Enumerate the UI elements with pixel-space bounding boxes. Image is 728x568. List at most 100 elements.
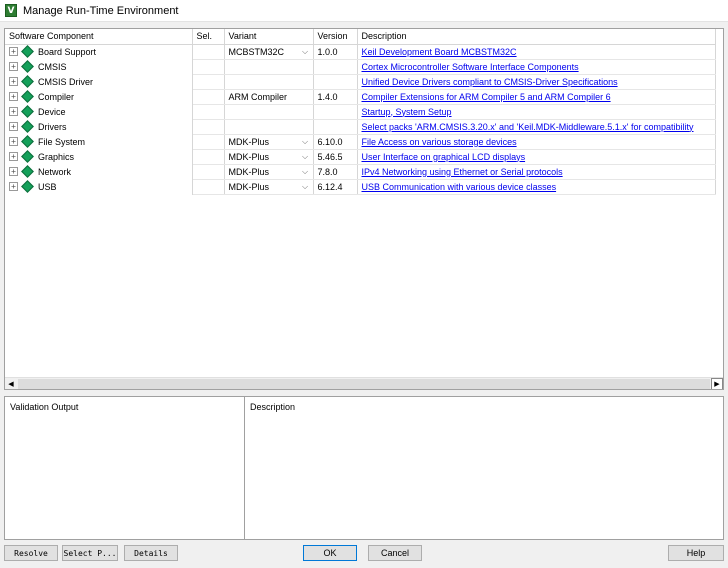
expand-plus-icon[interactable]: + [9,47,18,57]
green-diamond-icon [21,180,34,193]
table-row[interactable]: + Graphics MDK-Plus ⌵ 5.46.5 User Interface o… [5,149,716,165]
table-row[interactable]: + Drivers Select packs 'ARM.CMSIS.3.20.x' … [5,119,716,135]
expand-plus-icon[interactable]: + [9,122,18,131]
expand-plus-icon[interactable]: + [9,167,18,176]
component-cell[interactable]: + CMSIS Driver [5,74,193,89]
expand-plus-icon[interactable]: + [9,77,18,86]
variant-cell[interactable]: MDK-Plus ⌵ [224,164,314,180]
component-cell[interactable]: + Network [5,164,193,179]
description-link[interactable]: IPv4 Networking using Ethernet or Serial… [362,167,563,177]
expand-plus-icon[interactable]: + [9,152,18,161]
expand-plus-icon[interactable]: + [9,182,18,191]
description-link[interactable]: Cortex Microcontroller Software Interfac… [362,62,579,72]
column-header-sel[interactable]: Sel. [192,29,225,45]
chevron-down-icon[interactable]: ⌵ [301,152,310,161]
component-cell[interactable]: + USB [5,179,193,194]
table-row[interactable]: + Compiler ARM Compiler 1.4.0 Compiler Exten… [5,89,716,105]
sel-cell[interactable] [192,119,225,135]
variant-cell[interactable]: MDK-Plus ⌵ [224,134,314,150]
column-header-variant[interactable]: Variant [224,29,314,45]
chevron-down-icon[interactable]: ⌵ [301,167,310,176]
sel-cell[interactable] [192,149,225,165]
sel-cell[interactable] [192,44,225,60]
sel-cell[interactable] [192,134,225,150]
table-row[interactable]: + CMSIS Cortex Microcontroller Software In… [5,59,716,75]
green-diamond-icon [21,120,34,133]
description-link[interactable]: Startup, System Setup [362,107,452,117]
table-row[interactable]: + File System MDK-Plus ⌵ 6.10.0 File Access o… [5,134,716,150]
scroll-right-arrow-icon[interactable]: ▶ [711,377,723,389]
details-button[interactable]: Details [124,545,178,561]
sel-cell[interactable] [192,89,225,105]
cancel-button[interactable]: Cancel [368,545,422,561]
variant-select[interactable]: MDK-Plus ⌵ [229,137,313,147]
expand-plus-icon[interactable]: + [9,62,18,71]
component-cell[interactable]: + CMSIS [5,59,193,74]
component-cell[interactable]: + Device [5,104,193,119]
sel-cell[interactable] [192,59,225,75]
variant-cell[interactable]: MDK-Plus ⌵ [224,149,314,165]
component-cell[interactable]: + Compiler [5,89,193,104]
expand-plus-icon[interactable]: + [9,107,18,116]
sel-cell[interactable] [192,74,225,90]
component-grid-pane: Software Component Sel. Variant Version … [4,28,724,390]
column-header-version[interactable]: Version [313,29,358,45]
chevron-down-icon[interactable]: ⌵ [301,182,310,191]
validation-output-panel[interactable]: Validation Output [5,397,245,539]
column-header-description[interactable]: Description [357,29,716,45]
component-cell-content: + Device [9,105,191,118]
description-link[interactable]: Unified Device Drivers compliant to CMSI… [362,77,618,87]
table-row[interactable]: + Device Startup, System Setup [5,104,716,120]
version-cell: 5.46.5 [313,149,358,165]
description-link[interactable]: USB Communication with various device cl… [362,182,557,192]
column-header-component[interactable]: Software Component [5,29,193,45]
sel-cell[interactable] [192,164,225,180]
expand-plus-icon[interactable]: + [9,137,18,146]
expand-plus-icon[interactable]: + [9,92,18,101]
variant-select[interactable]: MDK-Plus ⌵ [229,152,313,162]
table-row[interactable]: + Board Support MCBSTM32C ⌵ 1.0.0 Keil Develo… [5,44,716,60]
component-cell[interactable]: + Board Support [5,44,193,59]
component-cell[interactable]: + Graphics [5,149,193,164]
ok-button[interactable]: OK [303,545,357,561]
description-link[interactable]: File Access on various storage devices [362,137,517,147]
variant-cell [224,59,314,75]
component-name: File System [38,136,86,147]
description-cell: Unified Device Drivers compliant to CMSI… [357,74,716,90]
component-name: CMSIS Driver [38,76,94,87]
description-link[interactable]: Select packs 'ARM.CMSIS.3.20.x' and 'Kei… [362,122,694,132]
select-packs-button[interactable]: Select P... [62,545,118,561]
scroll-left-arrow-icon[interactable]: ◀ [5,378,17,390]
version-cell: 6.12.4 [313,179,358,195]
variant-select[interactable]: MCBSTM32C ⌵ [229,47,313,57]
variant-value: MDK-Plus [228,136,270,147]
component-cell[interactable]: + File System [5,134,193,149]
chevron-down-icon[interactable]: ⌵ [301,137,310,146]
description-link[interactable]: User Interface on graphical LCD displays [362,152,526,162]
variant-value: ARM Compiler [228,91,288,102]
table-row[interactable]: + USB MDK-Plus ⌵ 6.12.4 USB Communication wit… [5,179,716,195]
variant-cell[interactable]: MCBSTM32C ⌵ [224,44,314,60]
component-name: Graphics [38,151,75,162]
chevron-down-icon[interactable]: ⌵ [301,47,310,56]
component-table: Software Component Sel. Variant Version … [5,29,716,195]
help-button[interactable]: Help [668,545,724,561]
validation-description-panel[interactable]: Description [245,397,723,539]
table-row[interactable]: + CMSIS Driver Unified Device Drivers comp… [5,74,716,90]
description-link[interactable]: Keil Development Board MCBSTM32C [362,47,517,57]
component-cell[interactable]: + Drivers [5,119,193,134]
variant-cell [224,74,314,90]
version-cell: 1.4.0 [313,89,358,105]
variant-cell[interactable]: MDK-Plus ⌵ [224,179,314,195]
variant-select[interactable]: MDK-Plus ⌵ [229,167,313,177]
table-row[interactable]: + Network MDK-Plus ⌵ 7.8.0 IPv4 Networking us… [5,164,716,180]
resolve-button[interactable]: Resolve [4,545,58,561]
horizontal-scrollbar[interactable]: ◀ ▶ [5,377,723,389]
green-diamond-icon [21,135,34,148]
sel-cell[interactable] [192,104,225,120]
scrollbar-track[interactable] [18,378,710,389]
sel-cell[interactable] [192,179,225,195]
description-link[interactable]: Compiler Extensions for ARM Compiler 5 a… [362,92,611,102]
component-name: USB [38,181,57,192]
variant-select[interactable]: MDK-Plus ⌵ [229,182,313,192]
